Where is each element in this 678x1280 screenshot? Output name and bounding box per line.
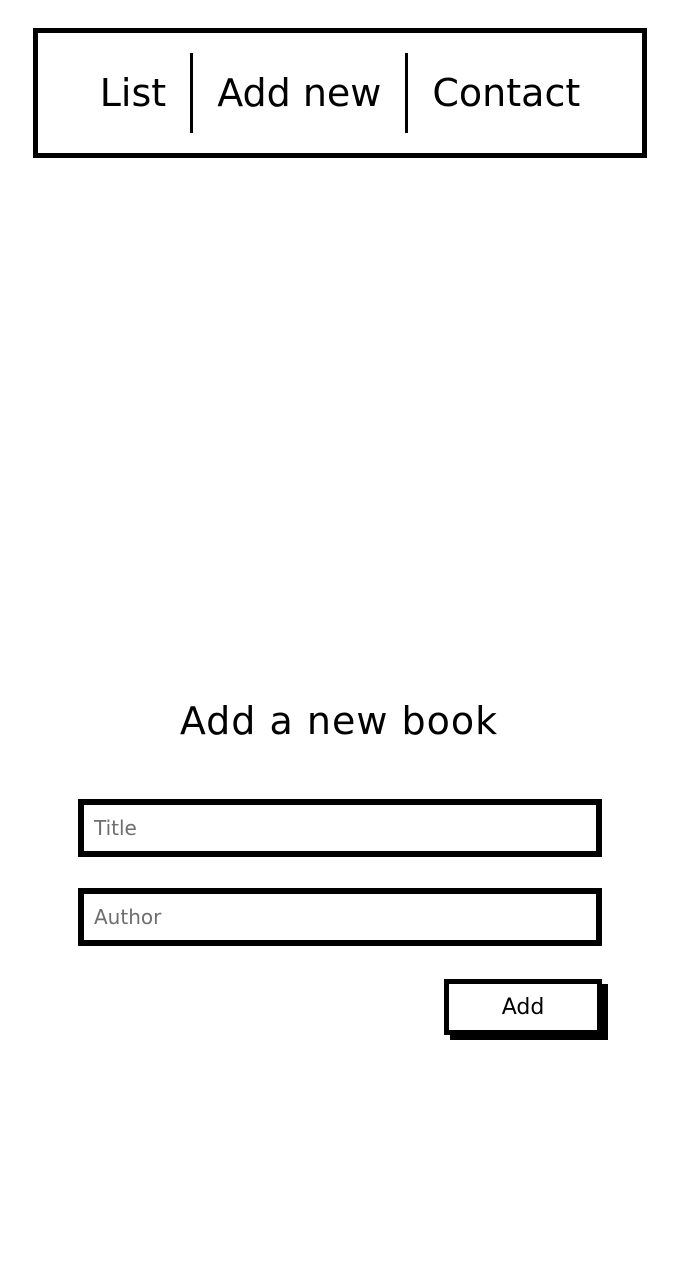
nav-link-add-new[interactable]: Add new bbox=[217, 74, 381, 112]
author-input[interactable] bbox=[78, 888, 602, 946]
nav-divider bbox=[190, 53, 194, 133]
nav-divider bbox=[405, 53, 409, 133]
add-book-heading: Add a new book bbox=[179, 699, 499, 743]
main-nav: List Add new Contact bbox=[33, 28, 647, 158]
nav-link-contact[interactable]: Contact bbox=[432, 74, 580, 112]
add-button[interactable]: Add bbox=[444, 979, 602, 1035]
nav-link-list[interactable]: List bbox=[100, 74, 166, 112]
title-input[interactable] bbox=[78, 799, 602, 857]
